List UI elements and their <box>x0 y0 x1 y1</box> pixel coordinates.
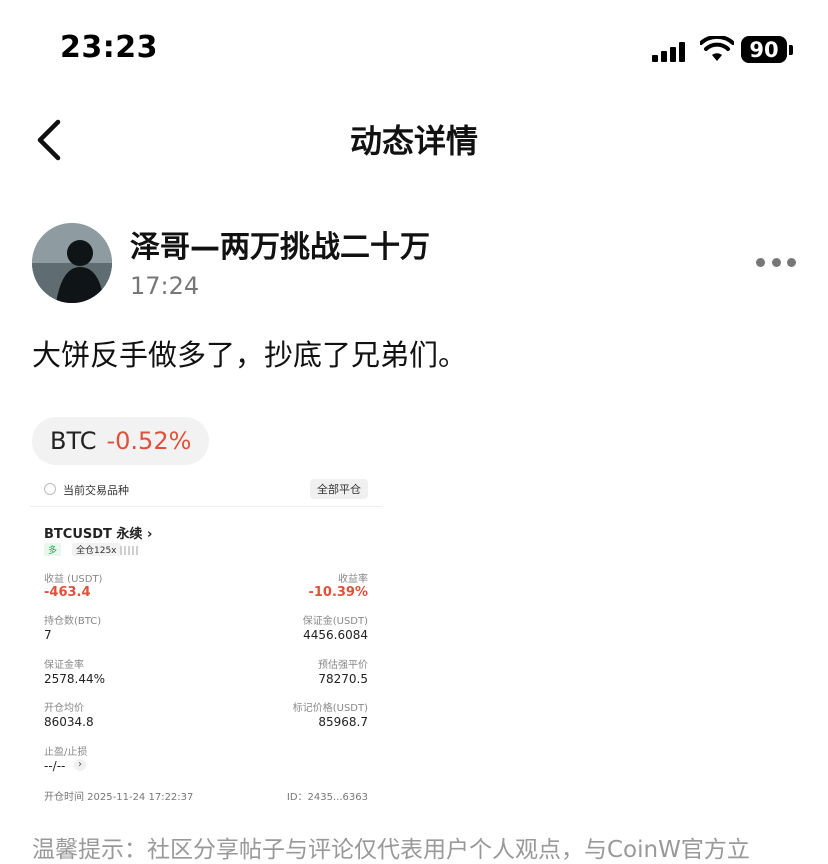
status-time: 23:23 <box>60 30 158 65</box>
liq-price-value: 78270.5 <box>318 672 368 686</box>
size-value: 7 <box>44 628 52 642</box>
post-time: 17:24 <box>130 272 200 300</box>
margin-value: 4456.6084 <box>303 628 368 642</box>
more-options-icon[interactable] <box>756 258 796 268</box>
position-id: ID：2435...6363 <box>286 792 368 803</box>
ticker-chip[interactable]: BTC -0.52% <box>32 417 210 465</box>
ticker-change: -0.52% <box>106 427 192 455</box>
post-image-position-screenshot[interactable]: 当前交易品种 全部平仓 BTCUSDT 永续 › 多 全仓125x 收益 (US… <box>30 470 382 810</box>
divider <box>30 506 382 507</box>
pnl-label: 收益 (USDT) <box>44 574 103 585</box>
tpsl-value: --/-- <box>44 759 66 773</box>
liq-price-label: 预估强平价 <box>318 660 368 671</box>
entry-price-label: 开仓均价 <box>44 703 84 714</box>
roi-value: -10.39% <box>308 585 368 600</box>
wifi-icon <box>700 36 734 61</box>
mark-price-value: 85968.7 <box>318 715 368 729</box>
current-symbol-label: 当前交易品种 <box>63 484 129 497</box>
open-time: 开仓时间 2025-11-24 17:22:37 <box>44 792 194 803</box>
author-name[interactable]: 泽哥—两万挑战二十万 <box>130 222 430 266</box>
avatar[interactable] <box>32 223 112 303</box>
roi-label: 收益率 <box>338 574 368 585</box>
leverage-tag: 全仓125x <box>72 543 121 556</box>
mark-price-label: 标记价格(USDT) <box>292 703 368 714</box>
entry-price-value: 86034.8 <box>44 715 94 729</box>
risk-bars-icon <box>120 545 138 555</box>
pnl-value: -463.4 <box>44 585 91 600</box>
tpsl-arrow-icon: › <box>74 759 86 771</box>
post-content: 大饼反手做多了，抄底了兄弟们。 <box>32 338 468 372</box>
disclaimer-notice: 温馨提示：社区分享帖子与评论仅代表用户个人观点，与CoinW官方立 <box>32 837 750 863</box>
page-title: 动态详情 <box>349 122 478 160</box>
long-tag: 多 <box>44 543 62 556</box>
radio-icon <box>44 483 56 495</box>
tpsl-label: 止盈/止损 <box>44 747 88 758</box>
battery-indicator: 90 <box>741 36 787 63</box>
avatar-silhouette-icon <box>32 223 112 303</box>
battery-nub <box>789 45 793 55</box>
margin-ratio-label: 保证金率 <box>44 660 84 671</box>
margin-ratio-value: 2578.44% <box>44 672 106 686</box>
signal-icon <box>652 40 688 62</box>
margin-label: 保证金(USDT) <box>302 616 368 627</box>
ticker-symbol: BTC <box>50 427 97 455</box>
trading-pair: BTCUSDT 永续 › <box>44 527 153 542</box>
size-label: 持仓数(BTC) <box>44 616 102 627</box>
close-all-button: 全部平仓 <box>310 479 368 499</box>
